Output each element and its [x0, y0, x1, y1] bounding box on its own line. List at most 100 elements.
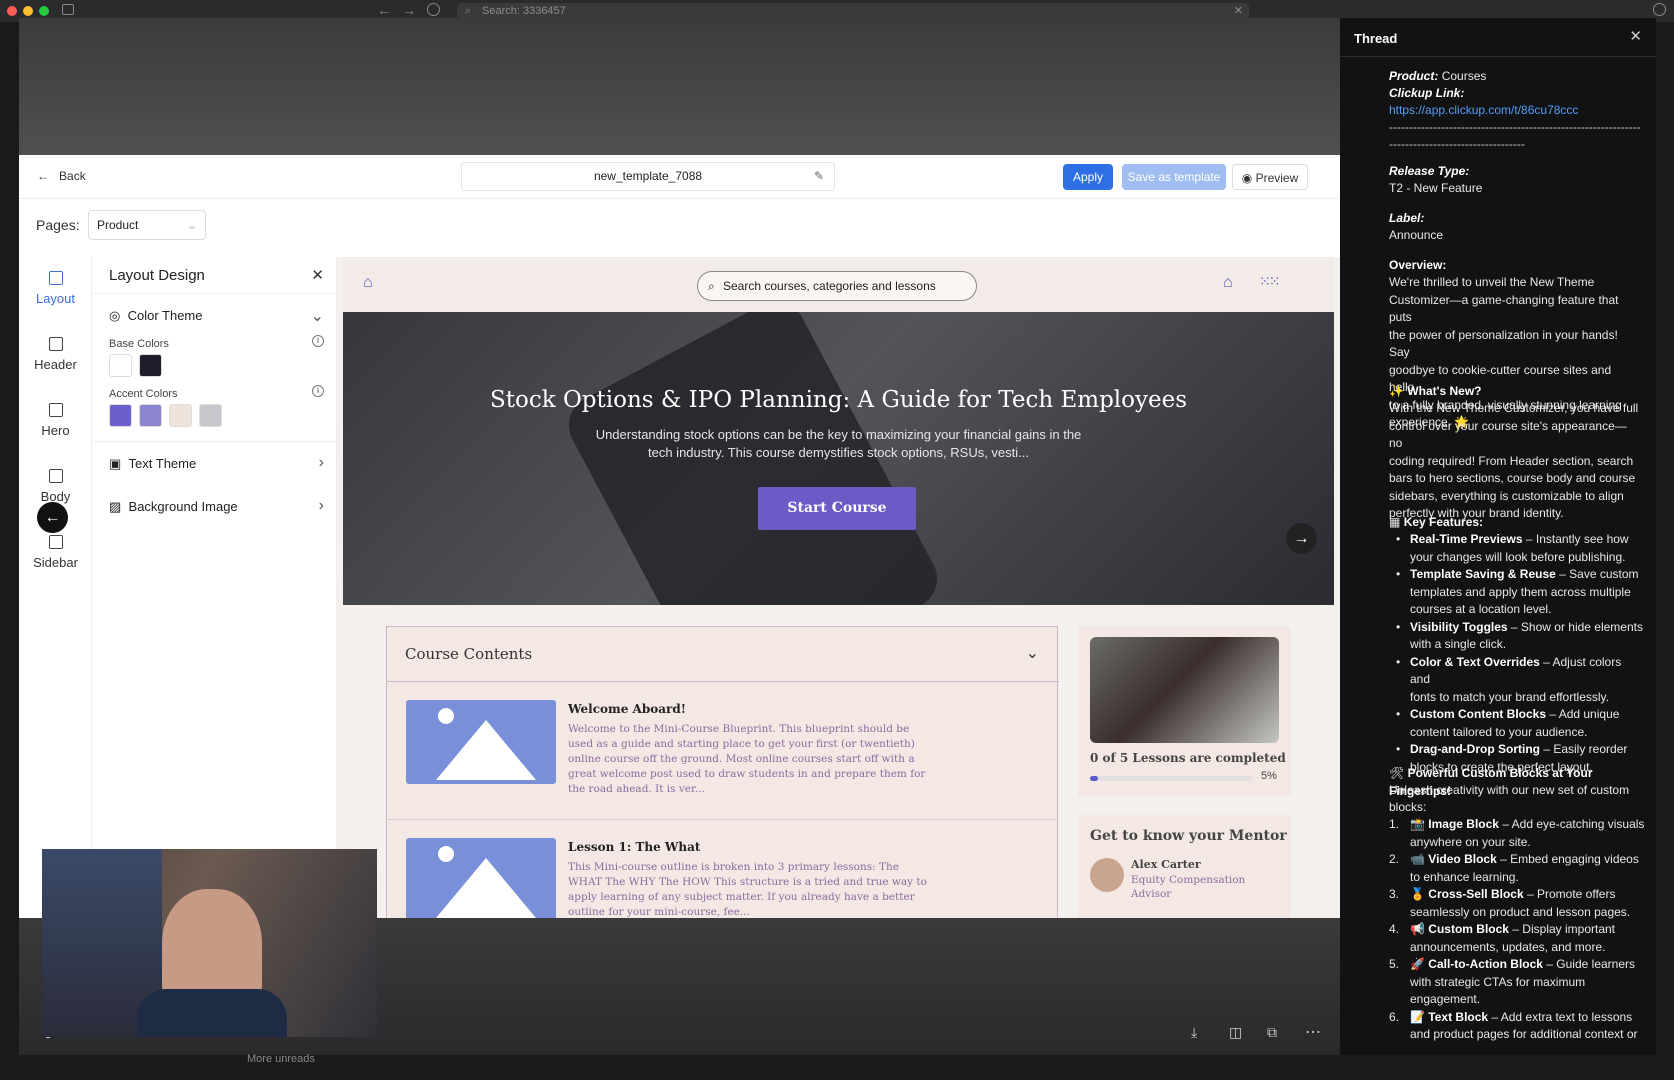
progress-text: 0 of 5 Lessons are completed [1090, 751, 1286, 765]
more-options-icon[interactable]: ⋯ [1305, 1022, 1321, 1042]
accent-color-swatch[interactable] [169, 404, 192, 427]
whats-new-line: With the New Theme Customizer, you have … [1389, 401, 1639, 415]
course-search-input[interactable]: ⌕ Search courses, categories and lessons [697, 271, 977, 301]
base-color-swatch[interactable] [109, 354, 132, 377]
back-label: Back [59, 169, 86, 183]
block-number: 4. [1389, 922, 1400, 936]
background-image-item[interactable]: ▨ Background Image [109, 499, 238, 515]
whats-new-line: coding required! From Header section, se… [1389, 453, 1634, 468]
grid-menu-icon[interactable]: ⁙⁙ [1259, 273, 1281, 290]
carousel-next-button[interactable]: → [1286, 523, 1317, 554]
section-rail: Layout Header Hero Body ← Sidebar [19, 257, 92, 918]
feature-text-line: your changes will look before publishing… [1410, 549, 1626, 564]
copy-icon[interactable]: ⧉ [1267, 1024, 1277, 1041]
accent-color-swatch[interactable] [139, 404, 162, 427]
feature-text: – Add unique [1546, 707, 1620, 721]
feature-text-line: courses at a location level. [1410, 602, 1552, 616]
help-icon[interactable] [1653, 3, 1666, 16]
excerpt-line: online course off the ground. Most onlin… [568, 753, 915, 765]
history-icon[interactable] [427, 3, 440, 16]
product-line: Product: Courses [1389, 68, 1639, 86]
template-name-field[interactable]: new_template_7088 ✎ [461, 162, 835, 191]
split-view-icon[interactable]: ◫ [1229, 1024, 1242, 1041]
rail-item-hero[interactable]: Hero [19, 403, 92, 438]
chevron-right-icon[interactable]: › [319, 454, 324, 472]
rocket-icon: 🚀 [1410, 957, 1429, 971]
layout-design-panel: Layout Design ✕ ◎ Color Theme ⌄ Base Col… [92, 257, 337, 918]
block-text-line: engagement. [1410, 992, 1481, 1006]
excerpt-line: This Mini-course outline is broken into … [568, 861, 900, 873]
feature-text-line: content tailored to your audience. [1410, 724, 1588, 739]
close-window-button[interactable] [7, 6, 17, 16]
minimize-window-button[interactable] [23, 6, 33, 16]
text-theme-item[interactable]: ▣ Text Theme [109, 456, 196, 472]
feature-item: • Template Saving & Reuse – Save custom te… [1396, 566, 1644, 619]
excerpt-line: outline for your mini-course, fee... [568, 906, 750, 918]
chevron-right-icon[interactable]: › [319, 497, 324, 515]
chevron-down-icon[interactable]: ⌄ [1026, 643, 1039, 663]
panel-title: Layout Design [109, 267, 205, 284]
feature-text: – Easily reorder [1540, 742, 1628, 756]
mentor-role-line: Advisor [1131, 888, 1172, 900]
block-item: 1. 📸 Image Block – Add eye-catching visua… [1389, 816, 1645, 851]
mentor-name: Alex Carter [1131, 858, 1201, 871]
clickup-link[interactable]: https://app.clickup.com/t/86cu78ccc [1389, 102, 1639, 120]
video-call-overlay[interactable] [42, 849, 377, 1037]
close-icon[interactable]: ✕ [1629, 28, 1642, 46]
block-name: Text Block [1428, 1009, 1489, 1024]
pages-select[interactable]: Product ⌄ [88, 210, 206, 240]
preview-header: ⌂ ⌕ Search courses, categories and lesso… [343, 257, 1334, 312]
maximize-window-button[interactable] [39, 6, 49, 16]
start-course-button[interactable]: Start Course [758, 487, 916, 530]
hero-title: Stock Options & IPO Planning: A Guide fo… [489, 387, 1188, 413]
info-icon[interactable]: i [312, 335, 324, 347]
chevron-down-icon[interactable]: ⌄ [311, 306, 324, 326]
feature-text-line: with a single click. [1410, 637, 1507, 651]
text-icon: ▣ [109, 456, 122, 471]
preview-button[interactable]: ◉ Preview [1232, 164, 1308, 190]
carousel-prev-button[interactable]: ← [37, 502, 68, 533]
divider: ----------------------------------------… [1389, 120, 1641, 134]
dimmed-background [19, 18, 1340, 155]
apply-button[interactable]: Apply [1063, 164, 1113, 190]
rail-item-layout[interactable]: Layout [19, 271, 92, 306]
lesson-item[interactable]: Lesson 1: The What This Mini-course outl… [388, 820, 1056, 918]
rail-item-sidebar[interactable]: Sidebar [19, 535, 92, 570]
color-theme-toggle[interactable]: ◎ Color Theme [109, 308, 202, 324]
hero-icon [48, 403, 63, 417]
sidebar-toggle-icon[interactable] [62, 4, 74, 15]
clickup-label-line: Clickup Link: [1389, 85, 1639, 103]
home-icon[interactable]: ⌂ [1223, 274, 1233, 292]
feature-name: Real-Time Previews [1410, 532, 1523, 546]
blocks-list: 1. 📸 Image Block – Add eye-catching visua… [1389, 816, 1645, 1044]
block-text: – Guide learners [1542, 957, 1636, 971]
body-icon [48, 469, 63, 483]
more-unreads-label[interactable]: More unreads [247, 1053, 315, 1065]
eye-icon: ◉ [1241, 171, 1253, 185]
pencil-icon[interactable]: ✎ [814, 163, 824, 190]
block-number: 2. [1389, 852, 1400, 866]
home-icon[interactable]: ⌂ [363, 274, 373, 292]
divider: ---------------------------------- [1389, 137, 1525, 151]
info-icon[interactable]: i [312, 385, 324, 397]
back-arrow-icon[interactable]: ← [377, 2, 391, 18]
base-color-swatch[interactable] [139, 354, 162, 377]
back-button[interactable]: ← Back [37, 169, 86, 183]
block-text: – Embed engaging videos [1496, 852, 1639, 866]
rail-item-body[interactable]: Body [19, 469, 92, 504]
block-name: Video Block [1428, 852, 1497, 866]
forward-arrow-icon[interactable]: → [402, 2, 416, 18]
save-as-template-button[interactable]: Save as template [1122, 164, 1226, 190]
course-contents-card: Course Contents ⌄ Welcome Aboard! Welcom… [386, 626, 1059, 918]
accent-color-swatch[interactable] [109, 404, 132, 427]
excerpt-line: great welcome post used to draw students… [568, 768, 926, 780]
lesson-item[interactable]: Welcome Aboard! Welcome to the Mini-Cour… [388, 682, 1056, 820]
overview-line: Customizer—a game-changing feature that … [1389, 292, 1619, 325]
rail-item-header[interactable]: Header [19, 337, 92, 372]
medal-icon: 🏅 [1410, 887, 1429, 901]
close-icon[interactable]: ✕ [311, 266, 324, 284]
block-item: 2. 📹 Video Block – Embed engaging videos t… [1389, 851, 1645, 886]
theme-editor: ← Back new_template_7088 ✎ Apply Save as… [19, 155, 1340, 918]
accent-color-swatch[interactable] [199, 404, 222, 427]
download-icon[interactable]: ⤓ [1191, 1024, 1197, 1041]
